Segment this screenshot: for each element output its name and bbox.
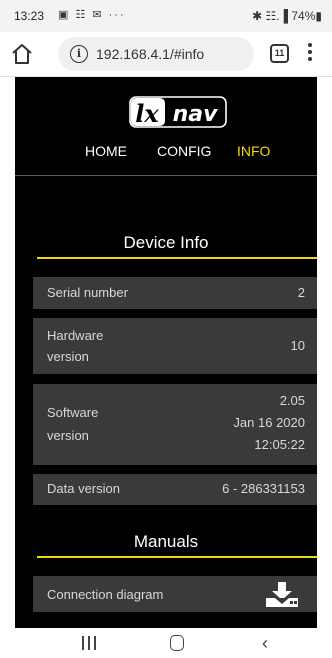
back-icon[interactable]: ‹ xyxy=(262,633,268,654)
header-divider xyxy=(15,175,317,176)
manual-label[interactable]: Connection diagram xyxy=(47,587,163,602)
nav-config-link[interactable]: CONFIG xyxy=(157,143,211,159)
site-info-icon[interactable]: i xyxy=(70,45,88,63)
row-value: 2 xyxy=(297,285,305,300)
lxnav-logo: lx nav xyxy=(129,96,227,128)
manuals-heading: Manuals xyxy=(133,532,199,551)
web-page: lx nav HOME CONFIG INFO Device Info Seri… xyxy=(15,77,317,628)
info-row-software: Software version 2.05 Jan 16 2020 12:05:… xyxy=(33,384,317,465)
status-time: 13:23 xyxy=(14,9,45,23)
info-row-hardware: Hardware version 10 xyxy=(33,318,317,374)
info-row-serial: Serial number 2 xyxy=(33,277,317,309)
row-value: 6 - 286331153 xyxy=(222,481,305,496)
status-bar: 13:23 ▣ ☷ ✉ ··· ✱ ☷.▐ 74%▮ xyxy=(0,0,332,32)
svg-text:lx: lx xyxy=(135,99,159,128)
info-row-data-version: Data version 6 - 286331153 xyxy=(33,474,317,505)
home-button-icon[interactable] xyxy=(170,635,184,651)
row-value: 10 xyxy=(290,338,305,353)
overflow-menu-icon[interactable] xyxy=(306,41,314,67)
row-label: Data version xyxy=(47,481,120,496)
nav-info-link[interactable]: INFO xyxy=(237,143,270,159)
device-info-heading: Device Info xyxy=(123,233,209,252)
notification-icons: ▣ ☷ ✉ ··· xyxy=(58,9,126,21)
row-label: Serial number xyxy=(47,285,128,300)
home-icon[interactable] xyxy=(10,42,34,66)
recents-icon[interactable] xyxy=(82,636,96,650)
address-bar[interactable]: i 192.168.4.1/#info xyxy=(58,37,254,71)
row-label: Software version xyxy=(47,405,99,443)
row-label: Hardware version xyxy=(47,328,104,364)
row-value: 2.05 Jan 16 2020 12:05:22 xyxy=(233,393,305,452)
svg-text:nav: nav xyxy=(173,102,219,127)
download-icon[interactable] xyxy=(265,580,299,608)
device-info-underline xyxy=(37,257,317,259)
manuals-underline xyxy=(37,556,317,558)
manual-row-connection-diagram[interactable]: Connection diagram xyxy=(33,576,317,612)
browser-toolbar: i 192.168.4.1/#info 11 xyxy=(0,32,332,77)
nav-home-link[interactable]: HOME xyxy=(85,143,127,159)
system-status-icons: ✱ ☷.▐ 74%▮ xyxy=(252,9,322,23)
tabs-switcher-button[interactable]: 11 xyxy=(270,44,289,63)
url-text[interactable]: 192.168.4.1/#info xyxy=(96,46,204,62)
system-navigation-bar: ‹ xyxy=(0,628,332,658)
